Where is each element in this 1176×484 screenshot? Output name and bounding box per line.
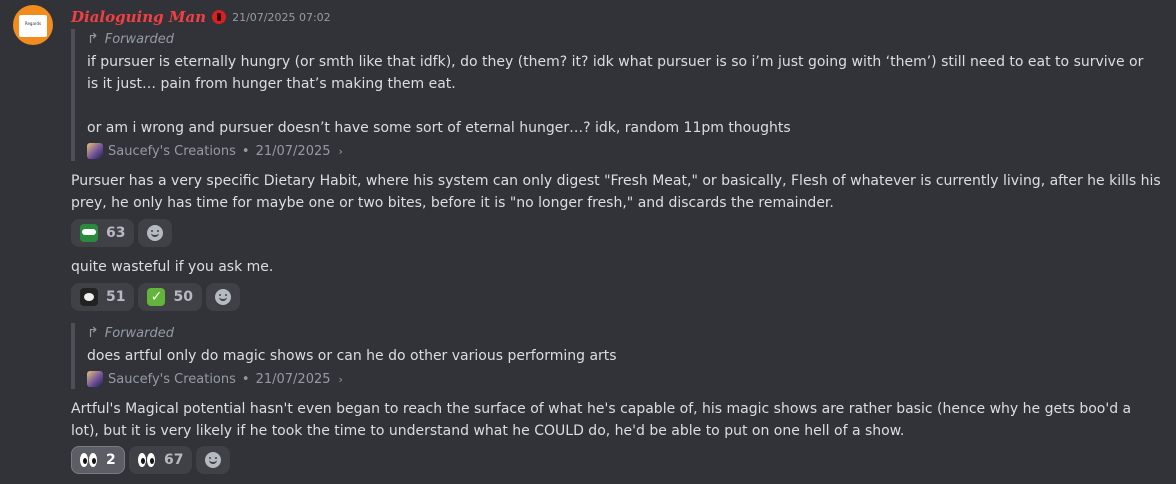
add-reaction-button[interactable]	[196, 446, 231, 474]
message-header: Dialoguing Man 21/07/2025 07:02	[71, 7, 331, 27]
check-mark-emoji-icon: ✓	[147, 288, 166, 306]
message-text: quite wasteful if you ask me.	[71, 259, 274, 275]
forward-arrow-icon: ↱	[87, 31, 99, 47]
reaction-button-selected[interactable]: 2	[71, 446, 125, 474]
forwarded-source-link[interactable]: Saucefy's Creations • 21/07/2025 ›	[87, 141, 1147, 161]
panda-emoji-icon	[80, 288, 98, 306]
eyes-emoji-icon	[80, 451, 98, 469]
forwarded-label: ↱ Forwarded	[87, 325, 174, 341]
add-reaction-icon	[214, 289, 231, 305]
message-text: Artful's Magical potential hasn't even b…	[71, 401, 1132, 439]
add-reaction-button[interactable]	[138, 219, 173, 247]
forwarded-text: does artful only do magic shows or can h…	[87, 348, 617, 364]
reaction-button[interactable]: ✓ 50	[138, 283, 202, 311]
forwarded-message-1: ↱ Forwarded if pursuer is eternally hung…	[71, 29, 1147, 161]
message-text: Pursuer has a very specific Dietary Habi…	[71, 173, 1161, 211]
reaction-button[interactable]: 63	[71, 219, 135, 247]
role-badge-icon[interactable]	[212, 10, 227, 24]
reaction-bar: 51 ✓ 50	[71, 283, 240, 311]
reaction-button[interactable]: 67	[129, 446, 193, 474]
forwarded-message-2: ↱ Forwarded does artful only do magic sh…	[71, 323, 1147, 389]
forwarded-text: if pursuer is eternally hungry (or smth …	[87, 54, 1144, 136]
server-icon	[87, 143, 103, 159]
green-face-emoji-icon	[80, 224, 98, 242]
reaction-button[interactable]: 51	[71, 283, 135, 311]
server-icon	[87, 371, 103, 387]
avatar-image-text: Regards	[19, 15, 47, 37]
eyes-emoji-icon	[138, 451, 156, 469]
user-avatar[interactable]: Regards	[13, 5, 53, 45]
forwarded-label: ↱ Forwarded	[87, 31, 174, 47]
chevron-right-icon: ›	[338, 372, 343, 386]
reaction-bar: 63	[71, 219, 173, 247]
add-reaction-icon	[205, 452, 222, 468]
message-timestamp[interactable]: 21/07/2025 07:02	[232, 11, 331, 24]
add-reaction-icon	[147, 225, 164, 241]
reaction-bar: 2 67	[71, 446, 231, 474]
username[interactable]: Dialoguing Man	[71, 8, 206, 26]
forward-arrow-icon: ↱	[87, 325, 99, 341]
chevron-right-icon: ›	[338, 144, 343, 158]
add-reaction-button[interactable]	[205, 283, 240, 311]
forwarded-source-link[interactable]: Saucefy's Creations • 21/07/2025 ›	[87, 369, 1147, 389]
